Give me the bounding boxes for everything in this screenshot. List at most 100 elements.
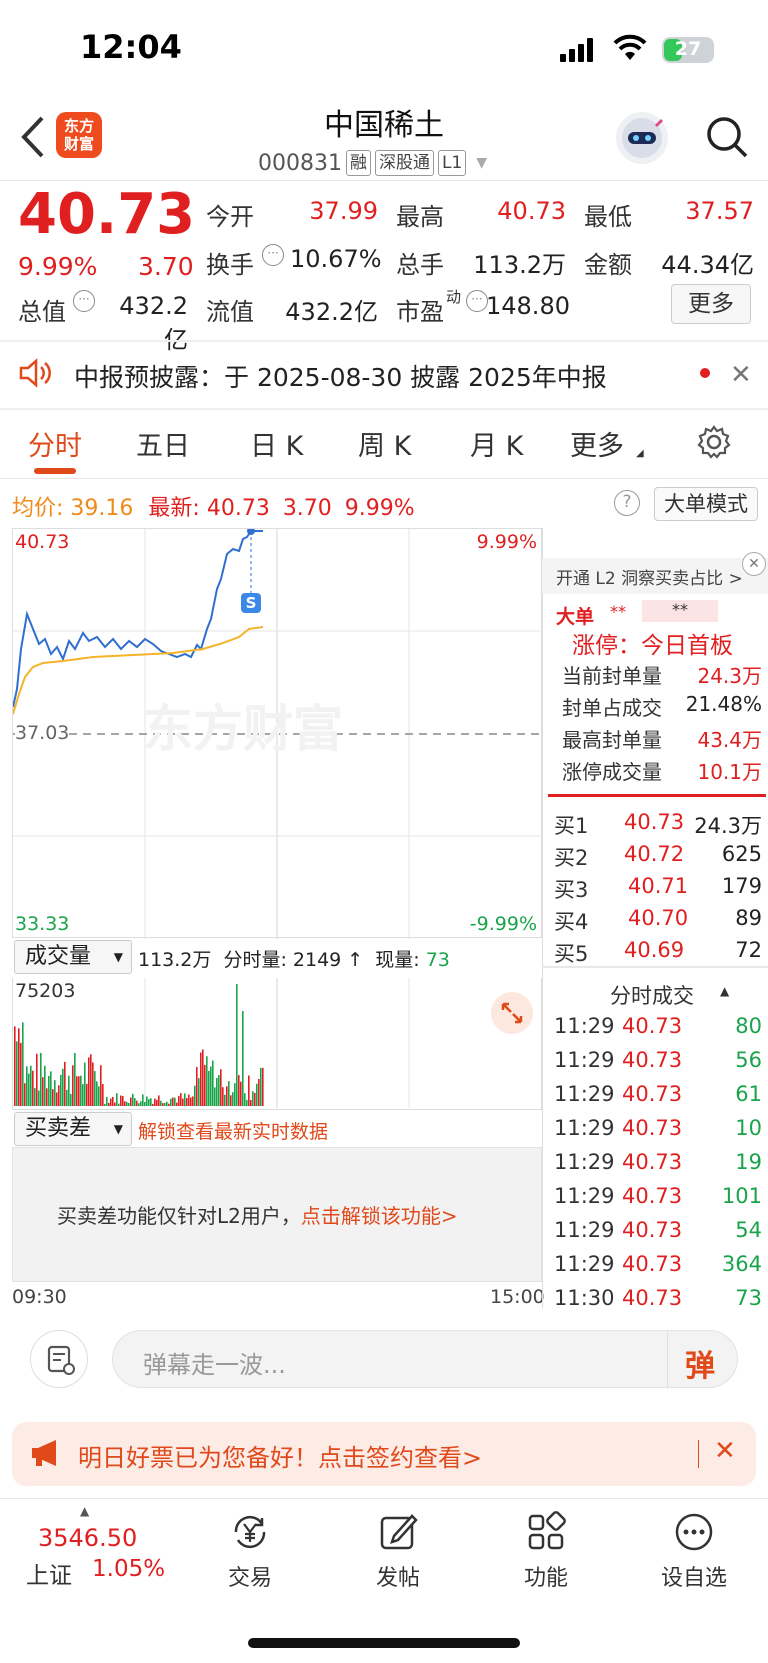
unlock-hint[interactable]: 解锁查看最新实时数据 <box>138 1117 328 1144</box>
megaphone-icon <box>30 1438 64 1468</box>
expand-icon[interactable] <box>491 992 533 1034</box>
more-dots-icon[interactable]: ··· <box>466 290 488 312</box>
now-label: 现量: <box>375 949 420 971</box>
nav-trade[interactable]: 交易 <box>190 1510 310 1592</box>
ob-volume: 625 <box>721 842 762 866</box>
index-widget[interactable]: ▲ 3546.50 上证 1.05% <box>18 1504 168 1589</box>
diff-selector[interactable]: 买卖差 ▼ <box>14 1112 132 1146</box>
settings-icon[interactable] <box>696 424 732 460</box>
volume-bar <box>240 1081 242 1106</box>
volume-chart[interactable]: 75203 <box>12 978 542 1110</box>
close-icon[interactable]: ✕ <box>730 360 752 390</box>
l2-promo-link[interactable]: 开通 L2 洞察买卖占比 > <box>556 564 743 589</box>
tag-connect: 深股通 <box>374 150 434 176</box>
volume-bar <box>76 1076 78 1106</box>
volume-bar <box>258 1079 260 1106</box>
notice-dot <box>700 368 710 378</box>
tab-more[interactable]: 更多 <box>570 424 624 463</box>
tab-5day[interactable]: 五日 <box>136 424 190 463</box>
volume-bar <box>30 1065 32 1106</box>
more-dots-icon[interactable]: ··· <box>262 244 284 266</box>
volume-bar <box>82 1084 84 1106</box>
volume-bar <box>166 1101 168 1106</box>
note-icon[interactable] <box>30 1330 88 1388</box>
nav-watchlist[interactable]: 设自选 <box>634 1510 754 1592</box>
volume-bar <box>122 1096 124 1106</box>
volume-bar <box>118 1103 120 1106</box>
unlock-link[interactable]: 点击解锁该功能> <box>301 1204 458 1228</box>
volume-bar <box>242 1011 244 1106</box>
ob-price: 40.73 <box>624 810 685 834</box>
orderbook-row: 买2 40.72 625 <box>552 842 762 874</box>
mktcap-label: 总值 <box>18 298 66 326</box>
more-button[interactable]: 更多 <box>671 284 751 324</box>
volume-bar <box>100 1065 102 1106</box>
close-icon[interactable]: ✕ <box>742 552 766 576</box>
trade-volume: 364 <box>721 1252 762 1276</box>
volume-bar <box>198 1078 200 1106</box>
volume-bar <box>36 1053 38 1106</box>
float-value: 432.2亿 <box>285 298 378 326</box>
more-dots-icon[interactable]: ··· <box>73 290 95 312</box>
turnover-value: 10.67% <box>290 245 382 273</box>
comment-placeholder: 弹幕走一波... <box>143 1351 286 1379</box>
current-price: 40.73 <box>18 182 196 247</box>
tab-intraday[interactable]: 分时 <box>28 424 82 463</box>
volume-bar <box>224 1094 226 1106</box>
trades-title[interactable]: 分时成交 <box>610 980 694 1010</box>
trade-row: 11:29 40.73 80 <box>552 1014 762 1046</box>
tab-monthly-k[interactable]: 月 K <box>470 424 523 463</box>
intraday-chart[interactable]: 东方财富 S 40.73 9.99% 37.03 33.33 -9.99% <box>12 528 543 939</box>
turnover-label: 换手 <box>206 251 254 279</box>
volume-bar <box>244 1093 246 1106</box>
l2-lock-panel: 买卖差功能仅针对L2用户，点击解锁该功能> <box>12 1147 542 1282</box>
stock-code-row[interactable]: 000831 融 深股通 L1 ▼ <box>258 148 487 178</box>
volume-bar <box>200 1052 202 1106</box>
promo-banner[interactable]: 明日好票已为您备好！点击签约查看> ✕ <box>12 1422 756 1486</box>
volume-bar <box>192 1096 194 1106</box>
edit-icon <box>380 1514 418 1550</box>
tab-weekly-k[interactable]: 周 K <box>358 424 411 463</box>
ob-price: 40.69 <box>624 938 685 962</box>
open-label: 今开 <box>206 203 254 231</box>
help-icon[interactable]: ? <box>614 490 640 516</box>
sell-signal-marker[interactable]: S <box>241 593 261 613</box>
close-icon[interactable]: ✕ <box>714 1436 736 1466</box>
trade-price: 40.73 <box>622 1184 683 1208</box>
volume-bar <box>236 984 238 1106</box>
avg-label: 均价: <box>12 496 64 521</box>
volume-bar <box>148 1099 150 1106</box>
open-value: 37.99 <box>309 197 378 225</box>
trade-price: 40.73 <box>622 1150 683 1174</box>
volume-bar <box>146 1096 148 1106</box>
comment-input[interactable]: 弹幕走一波... 弹 <box>112 1330 738 1389</box>
nav-functions[interactable]: 功能 <box>486 1510 606 1592</box>
danmaku-button[interactable]: 弹 <box>685 1341 715 1385</box>
speaker-icon <box>18 358 54 388</box>
volume-bar <box>214 1087 216 1106</box>
nav-post[interactable]: 发帖 <box>338 1510 458 1592</box>
volume-bar <box>150 1098 152 1106</box>
volume-bar <box>42 1077 44 1106</box>
trade-time: 11:29 <box>554 1048 615 1072</box>
volume-bar <box>22 1022 24 1106</box>
tab-daily-k[interactable]: 日 K <box>250 424 303 463</box>
trade-price: 40.73 <box>622 1218 683 1242</box>
low-label: 最低 <box>584 203 632 231</box>
volume-bar <box>162 1103 164 1106</box>
high-value: 40.73 <box>497 197 566 225</box>
orderbook-row: 买4 40.70 89 <box>552 906 762 938</box>
volume-bar <box>172 1097 174 1106</box>
tab-underline <box>34 468 76 474</box>
search-icon[interactable] <box>702 112 752 162</box>
big-order-mode-button[interactable]: 大单模式 <box>654 487 758 521</box>
robot-avatar-icon[interactable] <box>616 112 668 164</box>
volume-bar <box>208 1070 210 1106</box>
volume-bar <box>16 1041 18 1106</box>
ob-label: 买5 <box>554 942 589 966</box>
volume-selector[interactable]: 成交量 ▼ <box>14 940 132 974</box>
volume-bar <box>96 1081 98 1106</box>
volume-bar <box>88 1057 90 1106</box>
volume-bar <box>226 1086 228 1106</box>
notice-text[interactable]: 中报预披露：于 2025-08-30 披露 2025年中报 <box>74 358 607 394</box>
